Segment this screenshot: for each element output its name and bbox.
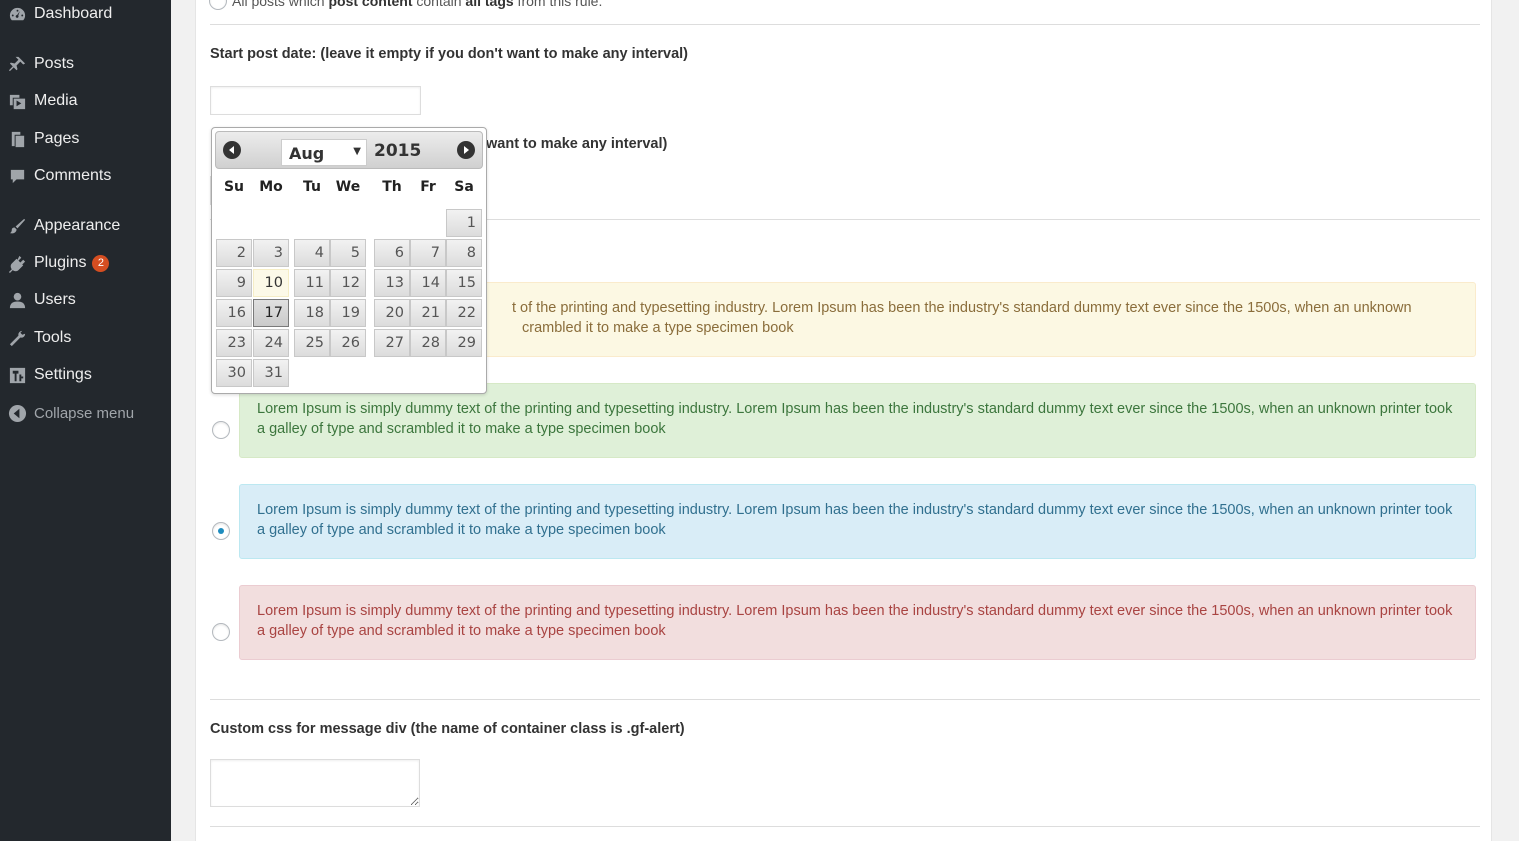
settings-icon (0, 366, 34, 385)
calendar-day[interactable]: 7 (410, 239, 446, 267)
calendar-day[interactable]: 11 (294, 269, 330, 297)
collapse-menu-button[interactable]: Collapse menu (0, 396, 171, 430)
calendar-day[interactable]: 14 (410, 269, 446, 297)
sidebar-item-tools[interactable]: Tools (0, 321, 171, 355)
calendar-day[interactable]: 9 (216, 269, 252, 297)
divider (210, 826, 1480, 827)
weekday-header: Su (223, 179, 245, 195)
calendar-day[interactable]: 27 (374, 329, 410, 357)
rule-option-radio[interactable] (209, 0, 227, 10)
calendar-day[interactable]: 2 (216, 239, 252, 267)
calendar-day[interactable]: 21 (410, 299, 446, 327)
sidebar-item-pages[interactable]: Pages (0, 122, 171, 156)
calendar-day[interactable]: 12 (330, 269, 366, 297)
sidebar-item-label: Tools (34, 329, 72, 346)
next-month-button[interactable] (457, 141, 475, 159)
divider (210, 24, 1480, 25)
divider (210, 699, 1480, 700)
prev-month-button[interactable] (223, 141, 241, 159)
plugin-icon (0, 254, 34, 273)
alert-info-preview: Lorem Ipsum is simply dummy text of the … (239, 484, 1476, 559)
collapse-menu-label: Collapse menu (34, 404, 135, 422)
calendar-day[interactable]: 3 (253, 239, 289, 267)
calendar-day[interactable]: 25 (294, 329, 330, 357)
arrow-right-icon (464, 146, 469, 154)
sidebar-item-media[interactable]: Media (0, 84, 171, 118)
calendar-day[interactable]: 8 (446, 239, 482, 267)
wrench-icon (0, 329, 34, 348)
update-count-badge: 2 (92, 254, 110, 272)
pin-icon (0, 55, 34, 74)
start-date-input[interactable] (210, 86, 421, 115)
sidebar-item-label: Pages (34, 130, 80, 147)
end-date-label: want to make any interval) (486, 136, 668, 152)
calendar-day[interactable]: 17 (253, 299, 289, 327)
weekday-header: Th (382, 179, 402, 195)
sidebar-item-label: Media (34, 92, 78, 109)
sidebar-item-appearance[interactable]: Appearance (0, 209, 171, 243)
sidebar-item-label: Comments (34, 167, 112, 184)
alert-success-preview: Lorem Ipsum is simply dummy text of the … (239, 383, 1476, 458)
calendar-day[interactable]: 26 (330, 329, 366, 357)
sidebar-item-users[interactable]: Users (0, 283, 171, 317)
admin-sidebar: Dashboard Posts Media Pages Comments App… (0, 0, 171, 841)
brush-icon (0, 217, 34, 236)
calendar-day[interactable]: 24 (253, 329, 289, 357)
calendar-day[interactable]: 31 (253, 359, 289, 387)
calendar-day[interactable]: 29 (446, 329, 482, 357)
alert-style-radio-danger[interactable] (212, 623, 230, 641)
calendar-day[interactable]: 13 (374, 269, 410, 297)
pages-icon (0, 130, 34, 149)
calendar-day[interactable]: 4 (294, 239, 330, 267)
sidebar-item-label: Settings (34, 366, 92, 383)
sidebar-item-dashboard[interactable]: Dashboard (0, 0, 171, 31)
calendar-day[interactable]: 18 (294, 299, 330, 327)
alert-style-radio-info[interactable] (212, 522, 230, 540)
calendar-day[interactable]: 5 (330, 239, 366, 267)
alert-style-radio-success[interactable] (212, 421, 230, 439)
sidebar-item-label: Dashboard (34, 5, 113, 22)
comment-icon (0, 167, 34, 186)
sidebar-item-posts[interactable]: Posts (0, 47, 171, 81)
year-label: 2015 (374, 141, 422, 161)
calendar-day[interactable]: 1 (446, 209, 482, 237)
calendar-day[interactable]: 20 (374, 299, 410, 327)
sidebar-item-label: Plugins (34, 254, 87, 271)
sidebar-item-label: Posts (34, 55, 75, 72)
calendar-day[interactable]: 6 (374, 239, 410, 267)
sidebar-item-settings[interactable]: Settings (0, 358, 171, 392)
dashboard-icon (0, 5, 34, 24)
calendar-day[interactable]: 23 (216, 329, 252, 357)
chevron-down-icon: ▼ (353, 146, 361, 157)
weekday-header: Fr (420, 179, 436, 195)
rule-option-label: All posts which post content contain all… (232, 0, 603, 9)
calendar-day[interactable]: 16 (216, 299, 252, 327)
weekday-header: Tu (303, 179, 321, 195)
weekday-header: Sa (454, 179, 474, 195)
sidebar-item-comments[interactable]: Comments (0, 159, 171, 193)
datepicker-header: Aug ▼ 2015 (215, 131, 483, 169)
custom-css-label: Custom css for message div (the name of … (210, 721, 685, 737)
weekday-header: Mo (259, 179, 283, 195)
alert-danger-preview: Lorem Ipsum is simply dummy text of the … (239, 585, 1476, 660)
collapse-arrow-icon (0, 404, 34, 423)
weekday-header: We (335, 179, 361, 195)
media-icon (0, 92, 34, 111)
sidebar-item-label: Appearance (34, 217, 121, 234)
sidebar-item-plugins[interactable]: Plugins 2 (0, 246, 171, 280)
datepicker-popup: Aug ▼ 2015 Su Mo Tu We Th Fr Sa 1 2 3 4 5 6 7 8 9 10 11 12… (211, 127, 487, 394)
arrow-left-icon (229, 146, 234, 154)
custom-css-textarea[interactable] (210, 759, 420, 807)
month-select-value: Aug (289, 144, 325, 163)
month-select[interactable]: Aug ▼ (281, 139, 367, 166)
start-date-label: Start post date: (leave it empty if you … (210, 46, 689, 62)
user-icon (0, 291, 34, 310)
calendar-day[interactable]: 10 (253, 269, 289, 297)
calendar-day[interactable]: 22 (446, 299, 482, 327)
calendar-day[interactable]: 15 (446, 269, 482, 297)
sidebar-item-label: Users (34, 291, 76, 308)
calendar-day[interactable]: 28 (410, 329, 446, 357)
calendar-day[interactable]: 19 (330, 299, 366, 327)
calendar-day[interactable]: 30 (216, 359, 252, 387)
